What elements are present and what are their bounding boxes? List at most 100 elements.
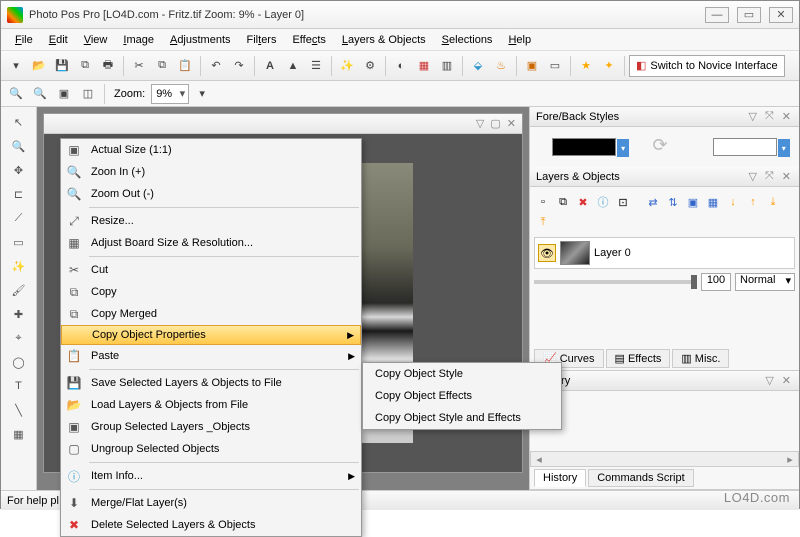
layer-row[interactable]: 👁 Layer 0 (534, 237, 795, 269)
tab-history[interactable]: History (534, 469, 586, 487)
align-icon[interactable]: ▦ (704, 193, 722, 211)
ctx-adjust-board[interactable]: ▦Adjust Board Size & Resolution... (61, 232, 361, 254)
crop-tool-icon[interactable]: ⊏ (8, 183, 30, 205)
new-layer-icon[interactable]: ▫ (534, 193, 552, 211)
ctx-item-info[interactable]: ⓘItem Info...▶ (61, 465, 361, 487)
center-icon[interactable]: ▣ (684, 193, 702, 211)
ctx-paste[interactable]: 📋Paste▶ (61, 345, 361, 367)
drop-icon[interactable]: ⬙ (467, 55, 489, 77)
novice-button[interactable]: ◧ Switch to Novice Interface (629, 55, 785, 77)
layers-dropdown-icon[interactable]: ▽ (747, 170, 759, 183)
blend-mode-select[interactable]: Normal (735, 273, 795, 291)
menu-layers[interactable]: Layers & Objects (334, 32, 434, 48)
bottom-icon[interactable]: ⤓ (764, 193, 782, 211)
fill-tool-icon[interactable]: ▦ (8, 423, 30, 445)
flip-v-icon[interactable]: ⇅ (664, 193, 682, 211)
shape-tool-icon[interactable]: ◯ (8, 351, 30, 373)
delete-layer-icon[interactable]: ✖ (574, 193, 592, 211)
zoom-step-icon[interactable]: ▾ (191, 83, 213, 105)
tab-effects[interactable]: ▤ Effects (606, 349, 671, 368)
ctx-group[interactable]: ▣Group Selected Layers _Objects (61, 416, 361, 438)
paste-icon[interactable]: 📋 (174, 55, 196, 77)
fire-icon[interactable]: ♨ (490, 55, 512, 77)
zoom-in-icon[interactable]: 🔍 (5, 83, 27, 105)
opacity-slider[interactable] (534, 280, 697, 284)
doc-dropdown-icon[interactable]: ▽ (476, 117, 484, 130)
menu-edit[interactable]: Edit (41, 32, 76, 48)
open-icon[interactable]: 📂 (28, 55, 50, 77)
history-close-icon[interactable]: ✕ (780, 374, 793, 387)
contrast-icon[interactable]: ◐ (390, 55, 412, 77)
ctx-copy[interactable]: ⧉Copy (61, 281, 361, 303)
tool1-icon[interactable]: ⊡ (614, 193, 632, 211)
tab-commands[interactable]: Commands Script (588, 469, 693, 487)
rgb-icon[interactable]: ▥ (436, 55, 458, 77)
layers-close-icon[interactable]: ✕ (780, 170, 793, 183)
text-tool-icon[interactable]: T (8, 375, 30, 397)
image-icon[interactable]: ▲ (282, 55, 304, 77)
print-icon[interactable]: 🖶 (97, 55, 119, 77)
move-tool-icon[interactable]: ✥ (8, 159, 30, 181)
ctx-ungroup[interactable]: ▢Ungroup Selected Objects (61, 438, 361, 460)
ctx-save-layers[interactable]: 💾Save Selected Layers & Objects to File (61, 372, 361, 394)
brush-tool-icon[interactable]: 🖌 (8, 279, 30, 301)
menu-adjustments[interactable]: Adjustments (162, 32, 239, 48)
gear-icon[interactable]: ⚙ (359, 55, 381, 77)
path-tool-icon[interactable]: ⟋ (8, 207, 30, 229)
down-icon[interactable]: ↓ (724, 193, 742, 211)
zoom-select[interactable]: 9% (151, 84, 189, 104)
redo-icon[interactable]: ↷ (228, 55, 250, 77)
pointer-tool-icon[interactable]: ↖ (8, 111, 30, 133)
fit-icon[interactable]: ▣ (53, 83, 75, 105)
up-icon[interactable]: ↑ (744, 193, 762, 211)
sub-copy-both[interactable]: Copy Object Style and Effects (363, 407, 561, 429)
layers-pin-icon[interactable]: ⤧ (763, 170, 776, 183)
wand-icon[interactable]: ✨ (336, 55, 358, 77)
opacity-value[interactable]: 100 (701, 273, 731, 291)
sub-copy-effects[interactable]: Copy Object Effects (363, 385, 561, 407)
visibility-icon[interactable]: 👁 (538, 244, 556, 262)
menu-help[interactable]: Help (500, 32, 539, 48)
photo-icon[interactable]: ▣ (521, 55, 543, 77)
rect-select-icon[interactable]: ▭ (8, 231, 30, 253)
panel-pin-icon[interactable]: ⤧ (763, 110, 776, 123)
heal-tool-icon[interactable]: ✚ (8, 303, 30, 325)
doc-max-icon[interactable]: ▢ (490, 117, 500, 130)
magic-tool-icon[interactable]: ✨ (8, 255, 30, 277)
panel-dropdown-icon[interactable]: ▽ (747, 110, 759, 123)
ctx-actual-size[interactable]: ▣Actual Size (1:1) (61, 139, 361, 161)
sub-copy-style[interactable]: Copy Object Style (363, 363, 561, 385)
ctx-cut[interactable]: ✂Cut (61, 259, 361, 281)
new-icon[interactable]: ▾ (5, 55, 27, 77)
clone-tool-icon[interactable]: ⌖ (8, 327, 30, 349)
zoom-tool-icon[interactable]: 🔍 (8, 135, 30, 157)
menu-file[interactable]: File (7, 32, 41, 48)
swap-colors-icon[interactable]: ⟳ (652, 135, 676, 159)
menu-image[interactable]: Image (115, 32, 162, 48)
copy-doc-icon[interactable]: ⧉ (74, 55, 96, 77)
ctx-zoom-in[interactable]: 🔍Zoon In (+) (61, 161, 361, 183)
menu-selections[interactable]: Selections (434, 32, 501, 48)
menu-effects[interactable]: Effects (284, 32, 333, 48)
history-dropdown-icon[interactable]: ▽ (763, 374, 775, 387)
ctx-merge[interactable]: ⬇Merge/Flat Layer(s) (61, 492, 361, 514)
undo-icon[interactable]: ↶ (205, 55, 227, 77)
frame-icon[interactable]: ▭ (544, 55, 566, 77)
flip-h-icon[interactable]: ⇄ (644, 193, 662, 211)
ctx-copy-props[interactable]: Copy Object Properties▶ (61, 325, 361, 345)
panel-close-icon[interactable]: ✕ (780, 110, 793, 123)
info-layer-icon[interactable]: ⓘ (594, 193, 612, 211)
ctx-load-layers[interactable]: 📂Load Layers & Objects from File (61, 394, 361, 416)
doc-close-icon[interactable]: ✕ (507, 117, 516, 130)
minimize-button[interactable]: — (705, 7, 729, 23)
line-tool-icon[interactable]: ╲ (8, 399, 30, 421)
ctx-zoom-out[interactable]: 🔍Zoom Out (-) (61, 183, 361, 205)
top-icon[interactable]: ⤒ (534, 213, 552, 231)
palette-icon[interactable]: ▦ (413, 55, 435, 77)
close-button[interactable]: ✕ (769, 7, 793, 23)
menu-view[interactable]: View (76, 32, 116, 48)
copy-icon[interactable]: ⧉ (151, 55, 173, 77)
sparkle-icon[interactable]: ✦ (598, 55, 620, 77)
ctx-copy-merged[interactable]: ⧉Copy Merged (61, 303, 361, 325)
foreground-swatch[interactable]: ▾ (552, 138, 616, 156)
